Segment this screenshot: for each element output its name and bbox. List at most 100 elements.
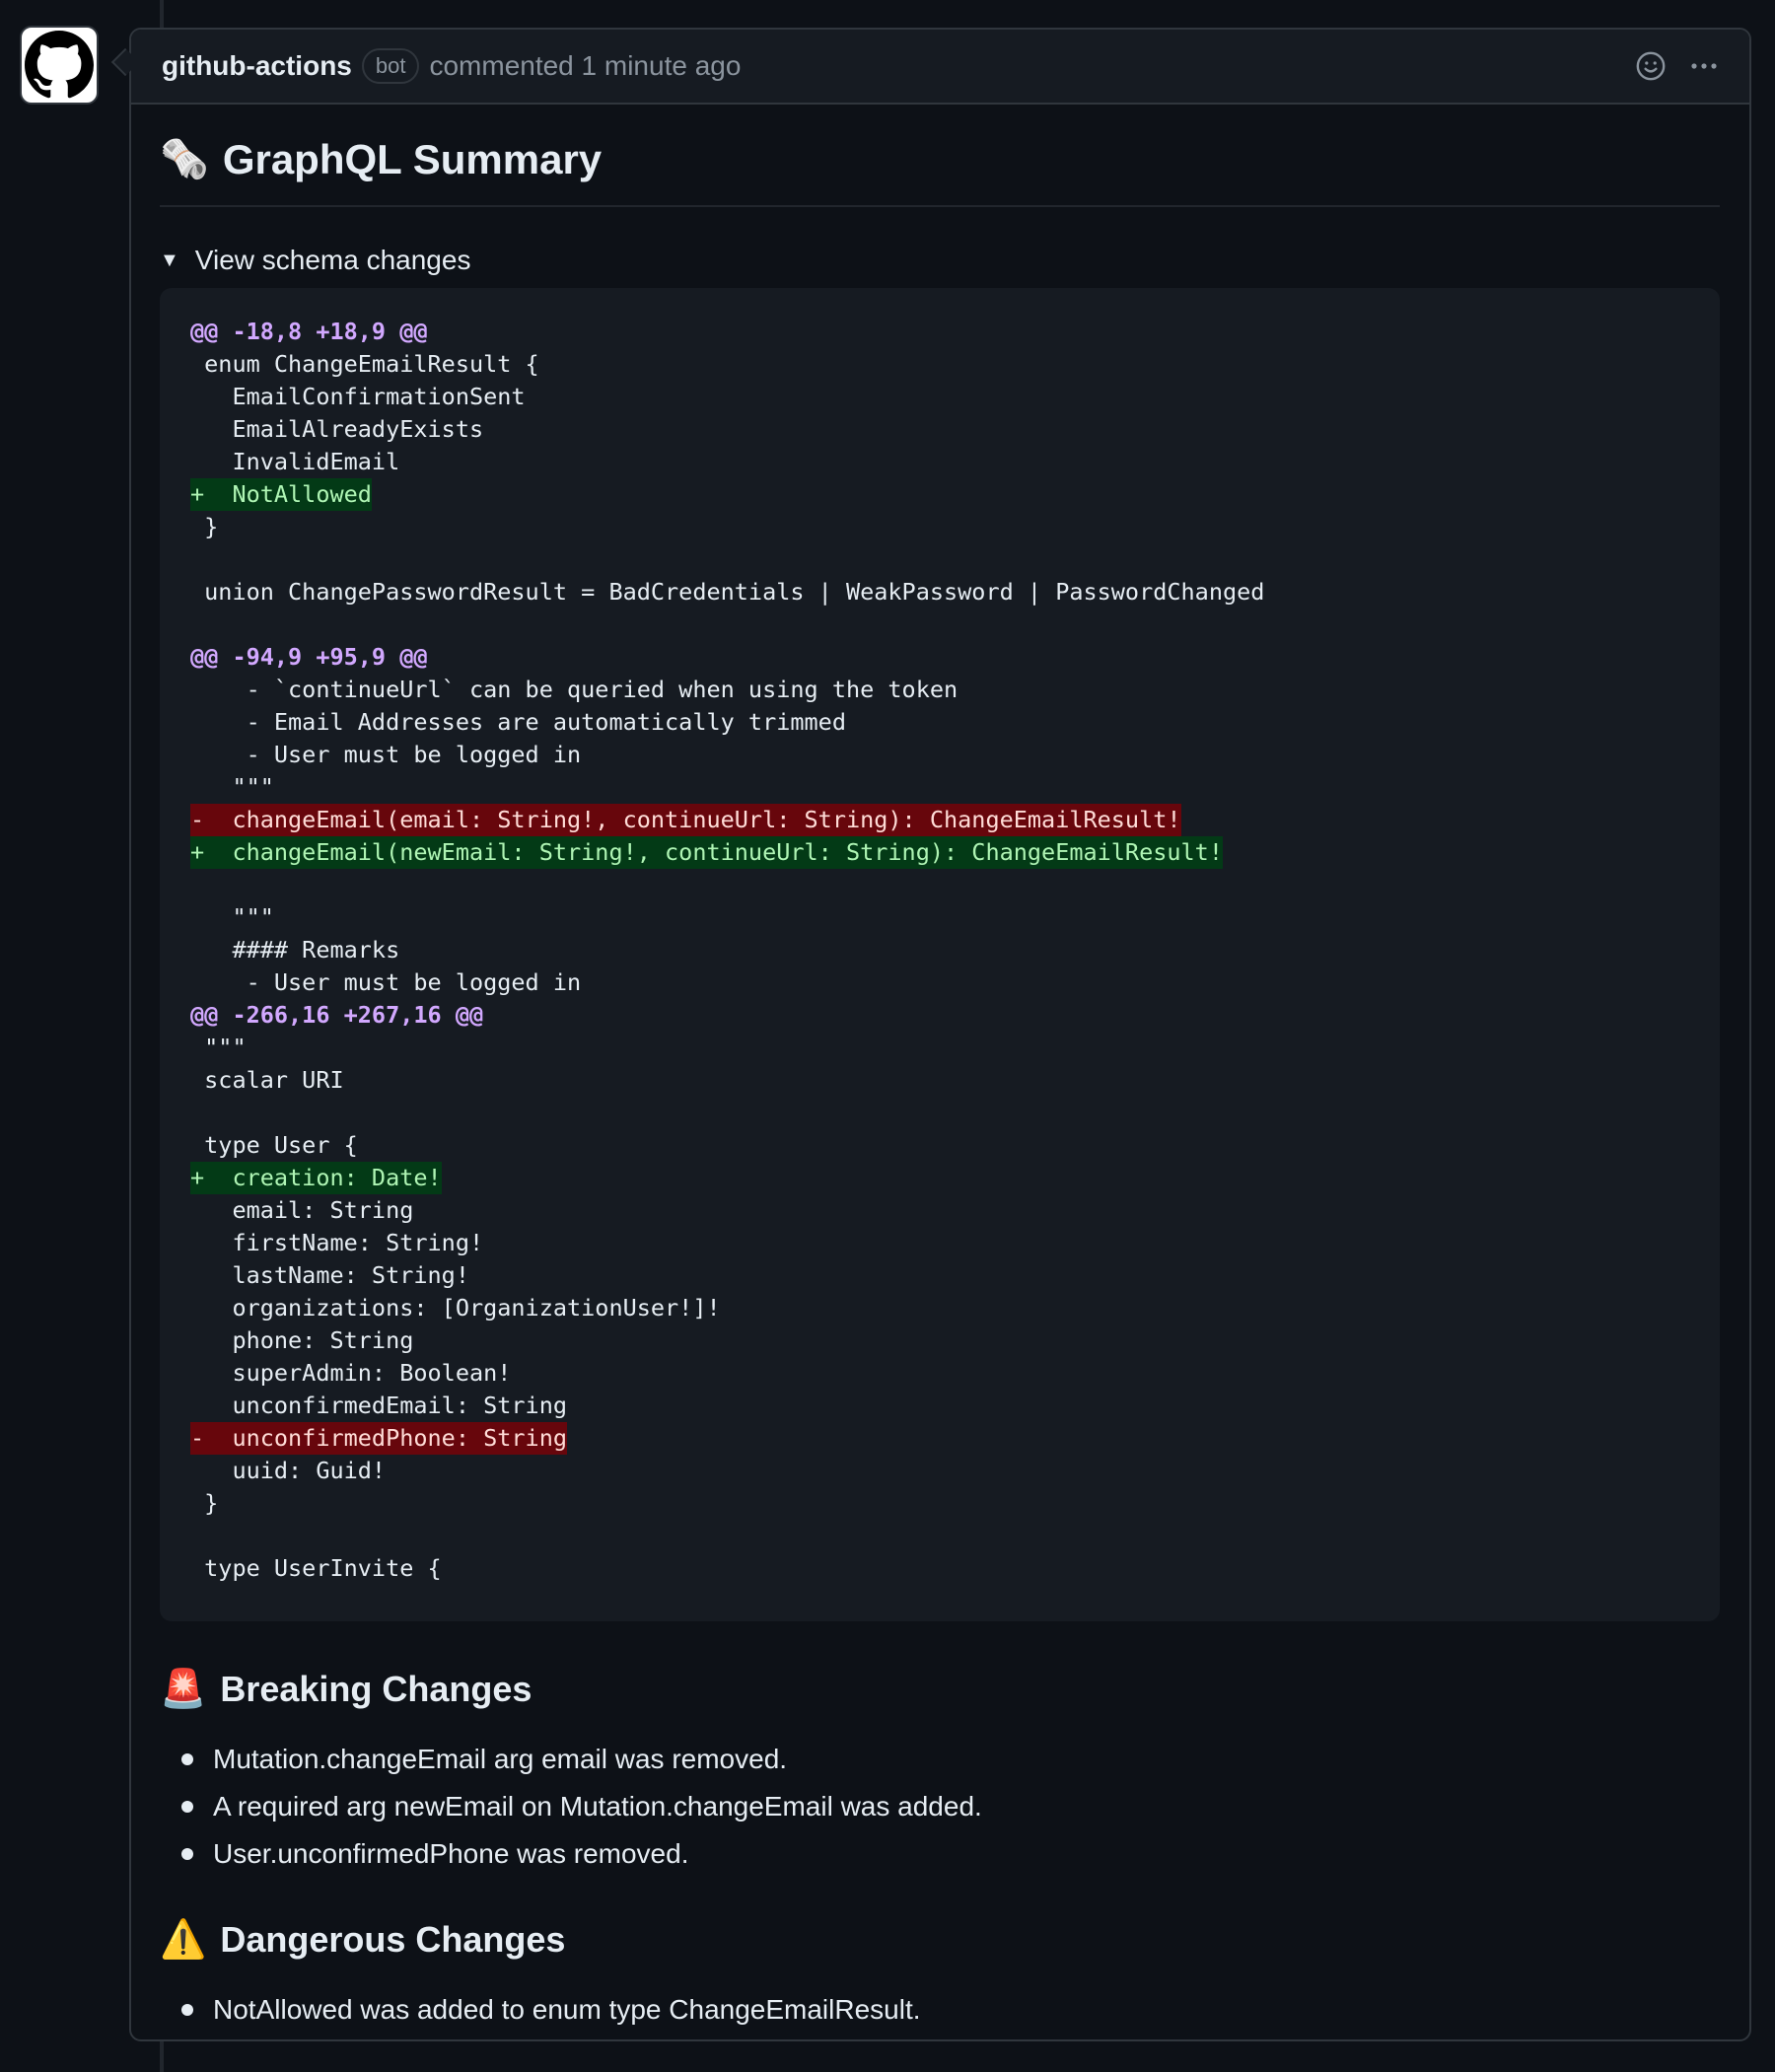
diff-line-text: lastName: String! bbox=[190, 1261, 469, 1289]
diff-line-text: + creation: Date! bbox=[190, 1162, 442, 1194]
breaking-list: Mutation.changeEmail arg email was remov… bbox=[160, 1736, 1720, 1878]
diff-line: - User must be logged in bbox=[190, 739, 1689, 771]
breaking-title: Breaking Changes bbox=[220, 1669, 532, 1709]
dangerous-list: NotAllowed was added to enum type Change… bbox=[160, 1986, 1720, 2034]
diff-line-text: @@ -94,9 +95,9 @@ bbox=[190, 643, 428, 671]
diff-line-text: } bbox=[190, 513, 219, 540]
bullet bbox=[181, 1801, 193, 1813]
diff-line-text: unconfirmedEmail: String bbox=[190, 1392, 568, 1419]
diff-line-text: - User must be logged in bbox=[190, 741, 582, 768]
comment: github-actions bot commented 1 minute ag… bbox=[129, 28, 1751, 2041]
diff-line-text: - changeEmail(email: String!, continueUr… bbox=[190, 804, 1181, 836]
header-actions bbox=[1635, 50, 1720, 82]
diff-line: EmailAlreadyExists bbox=[190, 413, 1689, 446]
diff-line-text: - Email Addresses are automatically trim… bbox=[190, 708, 846, 736]
diff-line: uuid: Guid! bbox=[190, 1455, 1689, 1487]
diff-line: """ bbox=[190, 1032, 1689, 1064]
diff-line: InvalidEmail bbox=[190, 446, 1689, 478]
diff-line-text: union ChangePasswordResult = BadCredenti… bbox=[190, 578, 1265, 606]
diff-line: organizations: [OrganizationUser!]! bbox=[190, 1292, 1689, 1324]
list-item: User.unconfirmedPhone was removed. bbox=[181, 1830, 1720, 1878]
diff-line-removed: - unconfirmedPhone: String bbox=[190, 1422, 1689, 1455]
diff-line-text: """ bbox=[190, 903, 274, 931]
warning-icon: ⚠️ bbox=[160, 1919, 207, 1961]
diff-hunk-header: @@ -94,9 +95,9 @@ bbox=[190, 641, 1689, 674]
diff-line-text bbox=[190, 1097, 204, 1129]
kebab-horizontal-icon[interactable] bbox=[1688, 50, 1720, 82]
diff-line: - Email Addresses are automatically trim… bbox=[190, 706, 1689, 739]
diff-line-text bbox=[190, 1520, 204, 1552]
diff-line-text bbox=[190, 608, 204, 641]
diff-line-text: type User { bbox=[190, 1131, 358, 1159]
diff-line-text bbox=[190, 869, 204, 901]
diff-line-removed: - changeEmail(email: String!, continueUr… bbox=[190, 804, 1689, 836]
comment-body: 🗞️ GraphQL Summary ▼ View schema changes… bbox=[131, 136, 1749, 2034]
diff-line-text: - `continueUrl` can be queried when usin… bbox=[190, 676, 958, 703]
diff-line-text: - unconfirmedPhone: String bbox=[190, 1422, 568, 1455]
bullet bbox=[181, 2004, 193, 2016]
list-item-text: A required arg newEmail on Mutation.chan… bbox=[213, 1791, 982, 1822]
diff-line-text: InvalidEmail bbox=[190, 448, 400, 475]
diff-line: """ bbox=[190, 771, 1689, 804]
list-item-text: Mutation.changeEmail arg email was remov… bbox=[213, 1744, 788, 1774]
diff-line-text bbox=[190, 543, 204, 576]
bot-badge: bot bbox=[361, 48, 420, 84]
list-item: A required arg newEmail on Mutation.chan… bbox=[181, 1783, 1720, 1830]
siren-icon: 🚨 bbox=[160, 1669, 207, 1710]
diff-line-text: + changeEmail(newEmail: String!, continu… bbox=[190, 836, 1223, 869]
diff-line-text: """ bbox=[190, 1034, 247, 1061]
diff-line: scalar URI bbox=[190, 1064, 1689, 1097]
diff-line-text: EmailAlreadyExists bbox=[190, 415, 484, 443]
author-link[interactable]: github-actions bbox=[162, 50, 352, 82]
details-summary-label: View schema changes bbox=[194, 245, 471, 275]
diff-line-text: type UserInvite { bbox=[190, 1554, 442, 1582]
diff-line-text: email: String bbox=[190, 1196, 414, 1224]
diff-line-added: + creation: Date! bbox=[190, 1162, 1689, 1194]
dangerous-title: Dangerous Changes bbox=[220, 1919, 566, 1960]
diff-line-text: - User must be logged in bbox=[190, 968, 582, 996]
list-item: NotAllowed was added to enum type Change… bbox=[181, 1986, 1720, 2034]
diff-line: """ bbox=[190, 901, 1689, 934]
diff-line: enum ChangeEmailResult { bbox=[190, 348, 1689, 381]
diff-line-text: uuid: Guid! bbox=[190, 1457, 387, 1484]
details-summary[interactable]: ▼ View schema changes bbox=[160, 245, 1720, 276]
diff-line-text: @@ -18,8 +18,9 @@ bbox=[190, 318, 428, 345]
avatar[interactable] bbox=[20, 26, 99, 105]
diff-hunk-header: @@ -266,16 +267,16 @@ bbox=[190, 999, 1689, 1032]
diff-codeblock: @@ -18,8 +18,9 @@ enum ChangeEmailResult… bbox=[160, 288, 1720, 1621]
diff-line: firstName: String! bbox=[190, 1227, 1689, 1259]
diff-line-text: enum ChangeEmailResult { bbox=[190, 350, 539, 378]
triangle-down-icon: ▼ bbox=[160, 249, 179, 271]
diff-line: } bbox=[190, 511, 1689, 543]
diff-line: union ChangePasswordResult = BadCredenti… bbox=[190, 576, 1689, 608]
github-mark-icon bbox=[25, 31, 94, 99]
summary-title: GraphQL Summary bbox=[222, 136, 603, 182]
diff-hunk-header: @@ -18,8 +18,9 @@ bbox=[190, 316, 1689, 348]
diff-line: type User { bbox=[190, 1129, 1689, 1162]
diff-line-text: phone: String bbox=[190, 1326, 414, 1354]
diff-line: #### Remarks bbox=[190, 934, 1689, 966]
diff-line-text: superAdmin: Boolean! bbox=[190, 1359, 512, 1387]
diff-line-text: } bbox=[190, 1489, 219, 1517]
comment-header: github-actions bot commented 1 minute ag… bbox=[131, 30, 1749, 105]
comment-timestamp[interactable]: commented 1 minute ago bbox=[429, 50, 741, 82]
diff-line-text: """ bbox=[190, 773, 274, 801]
diff-line bbox=[190, 1520, 1689, 1552]
diff-line: type UserInvite { bbox=[190, 1552, 1689, 1585]
smiley-icon[interactable] bbox=[1635, 50, 1667, 82]
diff-line-text: EmailConfirmationSent bbox=[190, 383, 526, 410]
diff-line-text: @@ -266,16 +267,16 @@ bbox=[190, 1001, 484, 1029]
diff-line: email: String bbox=[190, 1194, 1689, 1227]
dangerous-heading: ⚠️ Dangerous Changes bbox=[160, 1915, 1720, 1965]
diff-line-added: + changeEmail(newEmail: String!, continu… bbox=[190, 836, 1689, 869]
diff-line-added: + NotAllowed bbox=[190, 478, 1689, 511]
diff-line bbox=[190, 608, 1689, 641]
newspaper-icon: 🗞️ bbox=[160, 138, 209, 181]
list-item-text: User.unconfirmedPhone was removed. bbox=[213, 1838, 689, 1869]
summary-heading: 🗞️ GraphQL Summary bbox=[160, 136, 1720, 207]
bullet bbox=[181, 1848, 193, 1860]
diff-line-text: + NotAllowed bbox=[190, 478, 372, 511]
list-item-text: NotAllowed was added to enum type Change… bbox=[213, 1994, 921, 2025]
diff-line: phone: String bbox=[190, 1324, 1689, 1357]
list-item: Mutation.changeEmail arg email was remov… bbox=[181, 1736, 1720, 1783]
